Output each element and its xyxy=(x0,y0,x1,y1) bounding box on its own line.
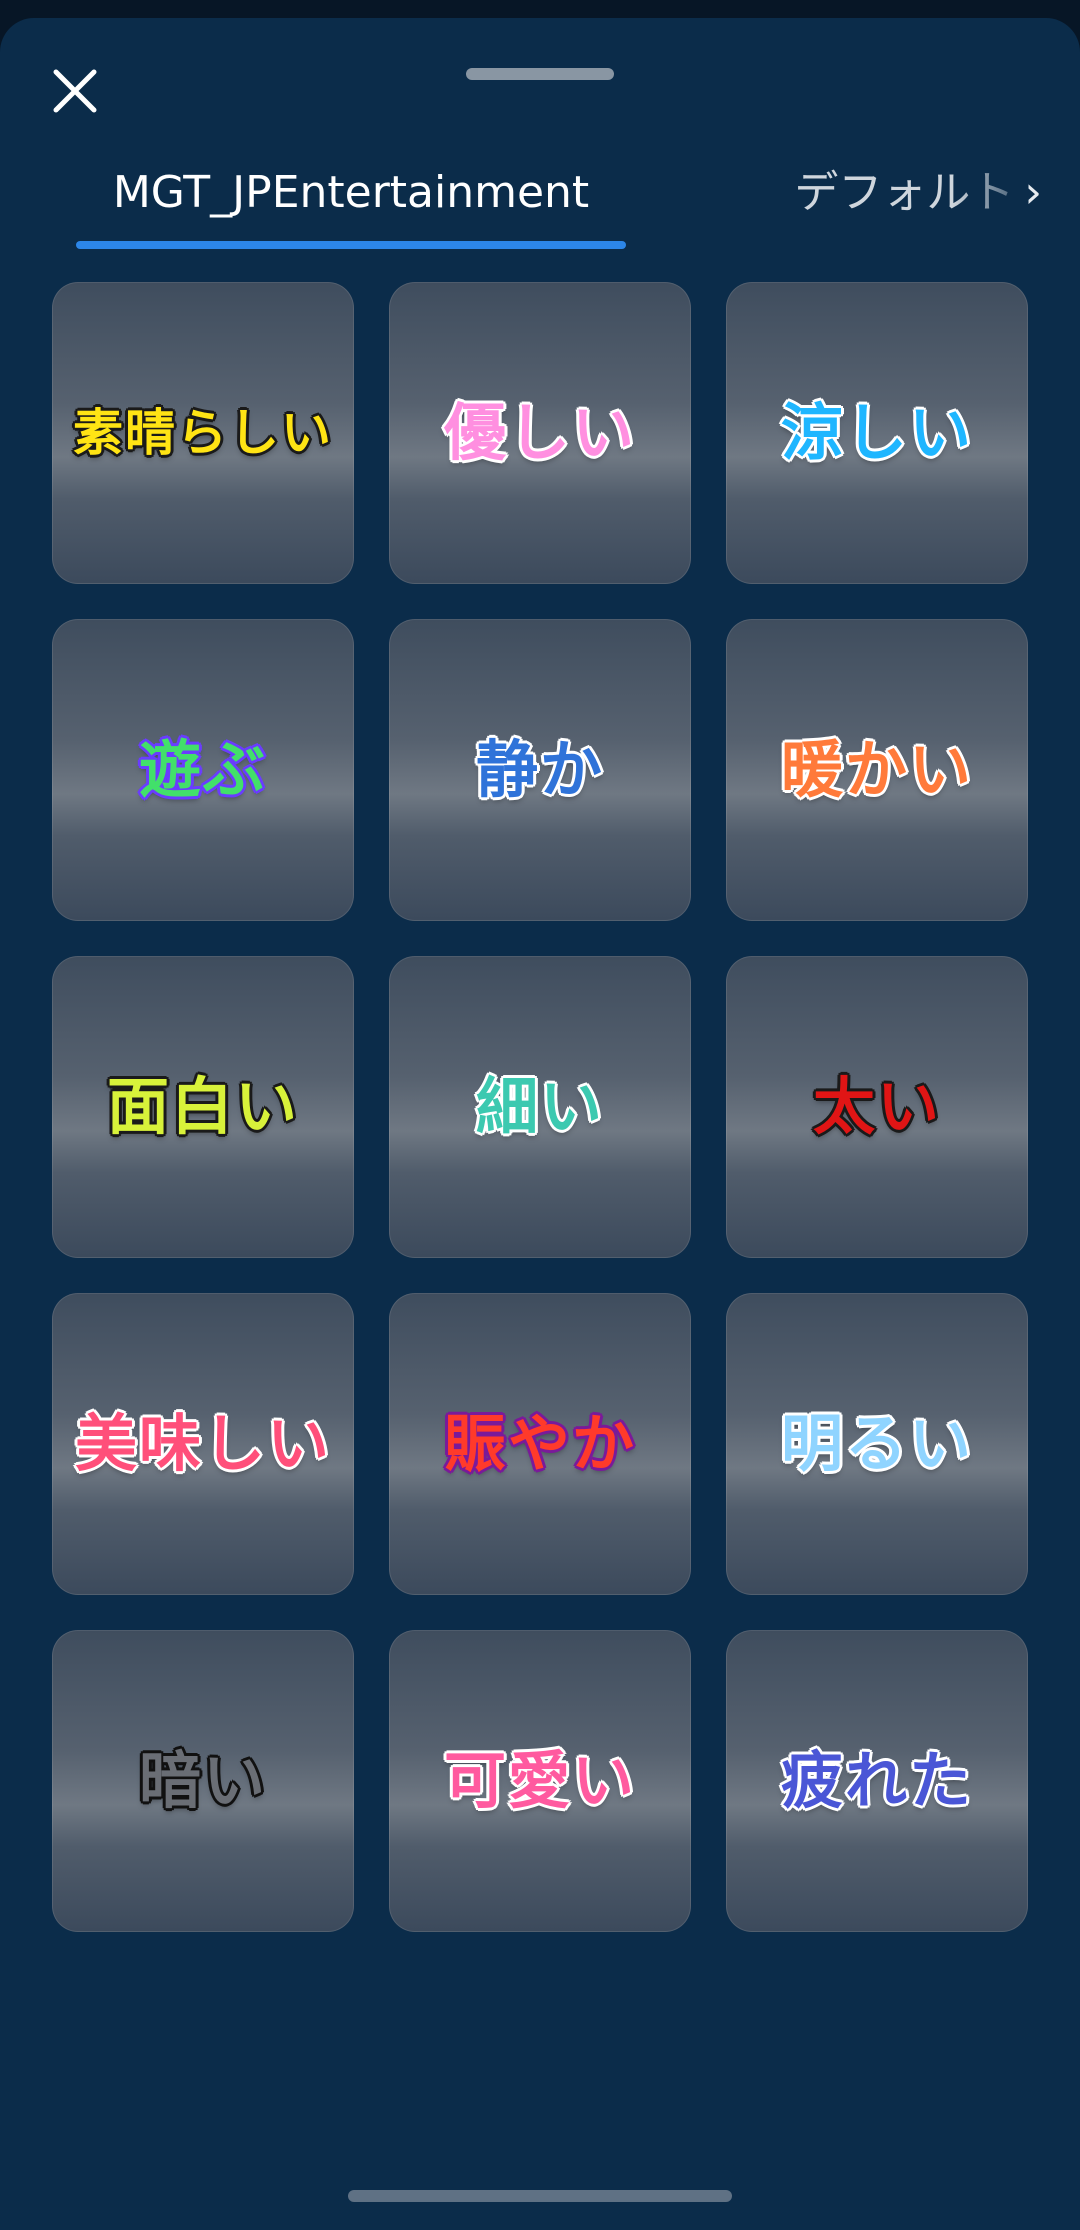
sticker-tile[interactable]: 明るい xyxy=(726,1293,1028,1595)
sticker-tile[interactable]: 太い xyxy=(726,956,1028,1258)
sticker-tile[interactable]: 暗い xyxy=(52,1630,354,1932)
sticker-tile[interactable]: 静か xyxy=(389,619,691,921)
sticker-tile[interactable]: 可愛い xyxy=(389,1630,691,1932)
sticker-tile[interactable]: 涼しい xyxy=(726,282,1028,584)
sticker-text: 暗い xyxy=(138,1744,267,1817)
sticker-tile[interactable]: 細い xyxy=(389,956,691,1258)
sticker-tile[interactable]: 遊ぶ xyxy=(52,619,354,921)
sticker-text: 可愛い xyxy=(443,1744,636,1817)
sticker-text: 太い xyxy=(812,1070,941,1143)
sticker-text: 素晴らしい xyxy=(73,404,333,462)
sticker-grid: 素晴らしい 優しい 涼しい 遊ぶ 静か 暖かい 面白い 細い 太い 美味しい 賑… xyxy=(52,282,1028,1932)
sticker-tile[interactable]: 面白い xyxy=(52,956,354,1258)
sticker-text: 細い xyxy=(475,1070,604,1143)
sticker-text: 静か xyxy=(475,733,604,806)
sticker-text: 暖かい xyxy=(780,733,973,806)
sticker-picker-sheet: MGT_JPEntertainment デフォルト › 素晴らしい 優しい 涼し… xyxy=(0,18,1080,2230)
sticker-tile[interactable]: 賑やか xyxy=(389,1293,691,1595)
active-tab-indicator xyxy=(76,241,626,249)
close-button[interactable] xyxy=(40,56,110,126)
sticker-text: 明るい xyxy=(780,1407,973,1480)
sticker-text: 面白い xyxy=(106,1070,299,1143)
chevron-right-icon: › xyxy=(1024,167,1042,218)
tab-label: MGT_JPEntertainment xyxy=(112,167,590,218)
tab-mgt-jpentertainment[interactable]: MGT_JPEntertainment xyxy=(76,163,626,253)
sticker-tile[interactable]: 疲れた xyxy=(726,1630,1028,1932)
sticker-text: 賑やか xyxy=(443,1407,636,1480)
tab-default[interactable]: デフォルト › xyxy=(794,163,1042,223)
category-tab-bar: MGT_JPEntertainment デフォルト › xyxy=(0,163,1080,253)
tab-label: デフォルト xyxy=(794,167,1015,218)
home-indicator[interactable] xyxy=(348,2190,732,2202)
sticker-text: 優しい xyxy=(443,396,636,469)
sticker-text: 涼しい xyxy=(780,396,973,469)
sticker-text: 遊ぶ xyxy=(138,733,267,806)
sticker-tile[interactable]: 優しい xyxy=(389,282,691,584)
close-x-icon xyxy=(53,69,97,113)
sticker-tile[interactable]: 美味しい xyxy=(52,1293,354,1595)
drag-handle[interactable] xyxy=(466,68,614,80)
sticker-tile[interactable]: 暖かい xyxy=(726,619,1028,921)
sticker-text: 疲れた xyxy=(780,1744,973,1817)
sticker-text: 美味しい xyxy=(74,1407,331,1480)
sticker-tile[interactable]: 素晴らしい xyxy=(52,282,354,584)
